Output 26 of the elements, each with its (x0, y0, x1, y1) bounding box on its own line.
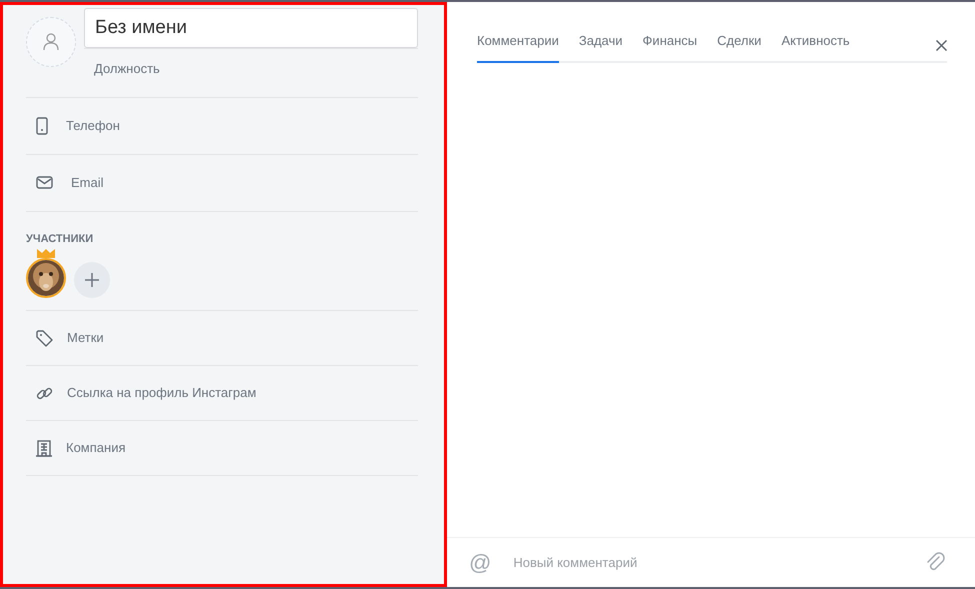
tag-icon (36, 330, 53, 346)
phone-icon (36, 116, 48, 134)
field-label: Метки (67, 329, 104, 348)
tab[interactable]: Финансы (642, 19, 698, 62)
field-label: Email (71, 174, 104, 192)
section-heading: УЧАСТНИКИ (26, 232, 94, 246)
add-participant-button[interactable] (74, 262, 110, 298)
field-label: Телефон (66, 116, 120, 135)
field-row[interactable]: Компания (26, 420, 418, 475)
field-row[interactable]: Ссылка на профиль Инстаграм (26, 365, 418, 420)
position-field[interactable]: Должность (84, 48, 418, 86)
field-row[interactable]: Email (26, 154, 418, 210)
name-field[interactable]: Без имени (84, 8, 418, 48)
tab[interactable]: Активность (781, 19, 850, 62)
field-label: Ссылка на профиль Инстаграм (67, 384, 256, 402)
tab[interactable]: Задачи (578, 19, 623, 62)
tab[interactable]: Комментарии (477, 19, 559, 62)
plus-icon (85, 273, 99, 287)
user-icon (43, 33, 59, 51)
building-icon (36, 440, 52, 456)
field-row[interactable]: Телефон (26, 96, 418, 154)
close-icon (936, 40, 947, 50)
tab[interactable]: Сделки (717, 19, 762, 62)
email-icon (36, 176, 53, 189)
field-row[interactable]: Метки (26, 310, 418, 365)
field-label: Компания (66, 439, 126, 458)
